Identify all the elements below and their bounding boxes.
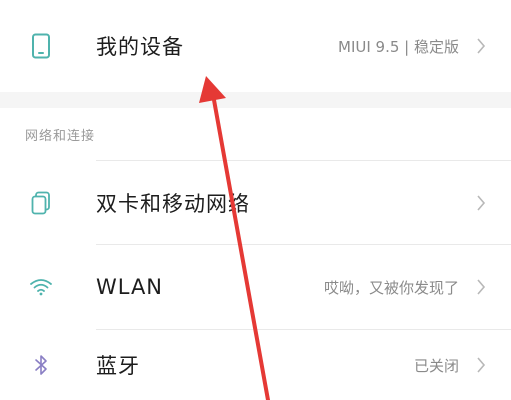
list-item-bluetooth[interactable]: 蓝牙 已关闭 xyxy=(0,330,511,400)
list-item-wlan[interactable]: WLAN 哎呦，又被你发现了 xyxy=(0,245,511,329)
item-value: 已关闭 xyxy=(413,356,459,375)
my-device-title: 我的设备 xyxy=(96,35,184,59)
list-item-dual-sim[interactable]: 双卡和移动网络 xyxy=(0,161,511,244)
chevron-right-icon xyxy=(473,353,489,377)
section-header: 网络和连接 xyxy=(0,108,511,160)
item-title: 蓝牙 xyxy=(96,354,140,378)
wifi-icon xyxy=(28,274,54,300)
bluetooth-icon xyxy=(28,352,54,378)
sim-cards-icon xyxy=(28,190,54,216)
section-label-network: 网络和连接 xyxy=(25,128,96,144)
section-gap xyxy=(0,92,511,108)
chevron-right-icon xyxy=(473,34,489,58)
my-device-version: MIUI 9.5 | 稳定版 xyxy=(338,37,459,56)
phone-icon xyxy=(28,33,54,59)
item-title: WLAN xyxy=(96,275,164,299)
item-title: 双卡和移动网络 xyxy=(96,191,250,216)
item-value: 哎呦，又被你发现了 xyxy=(323,278,459,297)
chevron-right-icon xyxy=(473,275,489,299)
chevron-right-icon xyxy=(473,191,489,215)
my-device-row[interactable]: 我的设备 MIUI 9.5 | 稳定版 xyxy=(0,0,511,92)
